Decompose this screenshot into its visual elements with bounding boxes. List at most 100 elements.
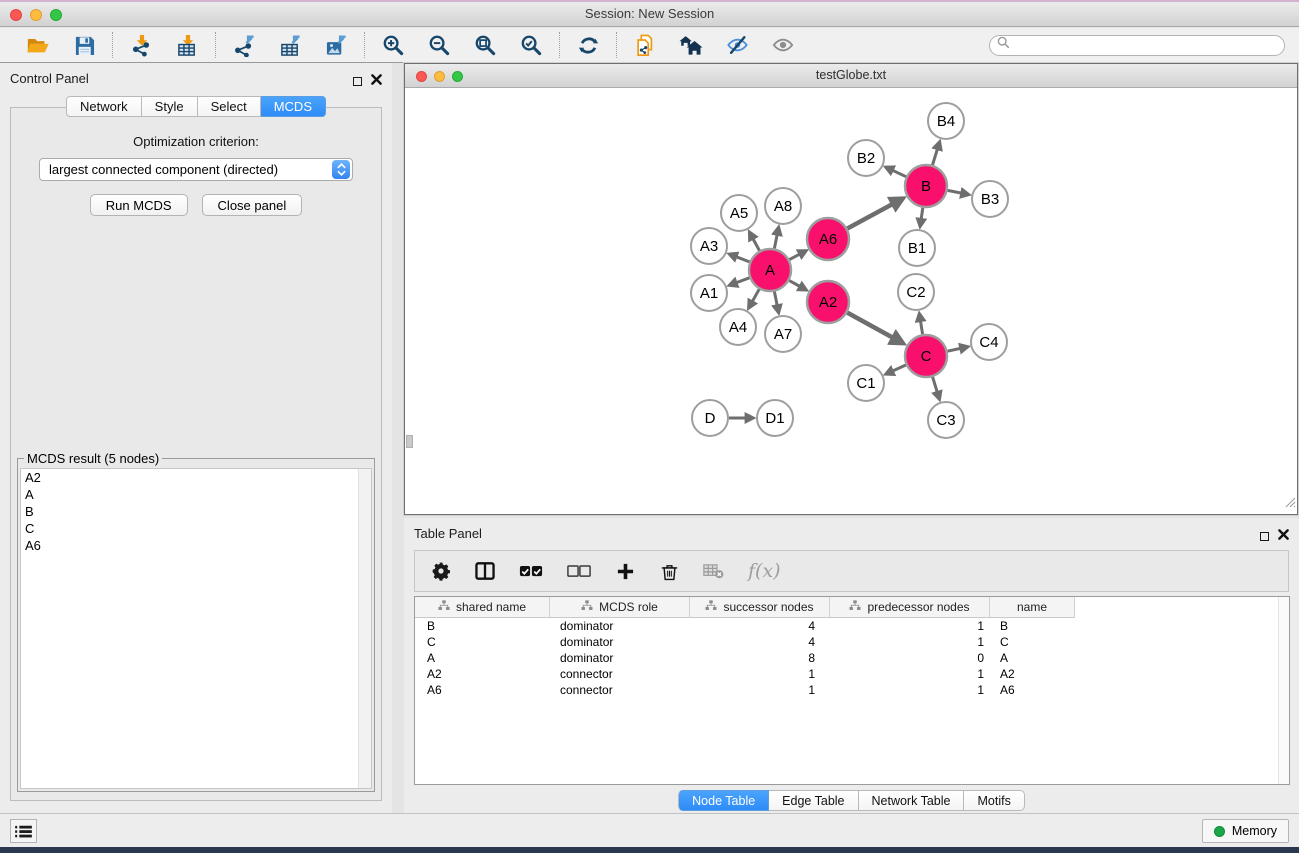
edge-B-B2[interactable]	[891, 170, 906, 177]
node-B3[interactable]: B3	[972, 181, 1008, 217]
column-header-predecessor-nodes[interactable]: predecessor nodes	[830, 597, 990, 618]
edge-A2-C[interactable]	[847, 313, 894, 339]
node-A7[interactable]: A7	[765, 316, 801, 352]
result-item[interactable]: C	[21, 520, 371, 537]
column-header-name[interactable]: name	[990, 597, 1075, 618]
copy-network-icon[interactable]	[633, 33, 657, 57]
tab-select[interactable]: Select	[198, 96, 261, 117]
delete-column-icon[interactable]	[659, 560, 679, 582]
edge-C-C2[interactable]	[920, 320, 922, 335]
edge-B-B3[interactable]	[948, 190, 963, 193]
table-row[interactable]: Adominator80A	[415, 650, 1289, 666]
edge-C-C1[interactable]	[892, 365, 906, 372]
close-panel-icon[interactable]	[371, 72, 382, 90]
float-panel-icon[interactable]	[353, 77, 362, 86]
node-B2[interactable]: B2	[848, 140, 884, 176]
refresh-icon[interactable]	[576, 33, 600, 57]
select-all-icon[interactable]	[519, 560, 543, 582]
node-A3[interactable]: A3	[691, 228, 727, 264]
node-A1[interactable]: A1	[691, 275, 727, 311]
export-network-icon[interactable]	[232, 33, 256, 57]
import-network-icon[interactable]	[129, 33, 153, 57]
node-D[interactable]: D	[692, 400, 728, 436]
show-icon[interactable]	[771, 33, 795, 57]
split-panel-icon[interactable]	[475, 560, 495, 582]
result-item[interactable]: B	[21, 503, 371, 520]
node-C[interactable]: C	[905, 335, 947, 377]
node-A5[interactable]: A5	[721, 195, 757, 231]
node-C2[interactable]: C2	[898, 274, 934, 310]
edge-A-A8[interactable]	[774, 233, 777, 248]
minimize-network-button[interactable]	[434, 71, 445, 82]
result-item[interactable]: A	[21, 486, 371, 503]
node-C1[interactable]: C1	[848, 365, 884, 401]
node-A4[interactable]: A4	[720, 309, 756, 345]
node-D1[interactable]: D1	[757, 400, 793, 436]
float-table-panel-icon[interactable]	[1260, 532, 1269, 541]
tab-edge-table[interactable]: Edge Table	[769, 790, 858, 811]
edge-A6-B[interactable]	[847, 203, 894, 228]
export-table-icon[interactable]	[278, 33, 302, 57]
search-input[interactable]	[1015, 38, 1277, 52]
result-item[interactable]: A2	[21, 469, 371, 486]
node-A8[interactable]: A8	[765, 188, 801, 224]
close-network-button[interactable]	[416, 71, 427, 82]
tab-network[interactable]: Network	[66, 96, 142, 117]
tab-network-table[interactable]: Network Table	[859, 790, 965, 811]
edge-B-B4[interactable]	[933, 148, 938, 165]
column-header-successor-nodes[interactable]: successor nodes	[690, 597, 830, 618]
table-row[interactable]: Bdominator41B	[415, 618, 1289, 634]
edge-A-A6[interactable]	[789, 254, 800, 260]
zoom-window-button[interactable]	[50, 9, 62, 21]
run-mcds-button[interactable]: Run MCDS	[90, 194, 188, 216]
mcds-result-list[interactable]: A2ABCA6	[20, 468, 372, 789]
node-A[interactable]: A	[749, 249, 791, 291]
import-table-icon[interactable]	[175, 33, 199, 57]
save-session-icon[interactable]	[72, 33, 96, 57]
network-vscroll-thumb[interactable]	[406, 435, 413, 448]
edge-A-A4[interactable]	[752, 289, 760, 302]
deselect-all-icon[interactable]	[567, 560, 591, 582]
edge-B-B1[interactable]	[921, 208, 923, 221]
open-session-icon[interactable]	[26, 33, 50, 57]
edge-A-A1[interactable]	[735, 278, 749, 283]
node-C3[interactable]: C3	[928, 402, 964, 438]
export-image-icon[interactable]	[324, 33, 348, 57]
table-row[interactable]: A6connector11A6	[415, 682, 1289, 698]
edge-A-A3[interactable]	[735, 256, 749, 262]
column-header-MCDS-role[interactable]: MCDS role	[550, 597, 690, 618]
table-scrollbar[interactable]	[1278, 597, 1289, 784]
tab-node-table[interactable]: Node Table	[678, 790, 769, 811]
node-C4[interactable]: C4	[971, 324, 1007, 360]
edge-C-C4[interactable]	[948, 348, 962, 351]
tab-motifs[interactable]: Motifs	[964, 790, 1024, 811]
table-row[interactable]: Cdominator41C	[415, 634, 1289, 650]
edge-C-C3[interactable]	[933, 377, 938, 393]
node-B1[interactable]: B1	[899, 230, 935, 266]
node-A6[interactable]: A6	[807, 218, 849, 260]
task-history-button[interactable]	[10, 819, 37, 843]
tab-style[interactable]: Style	[142, 96, 198, 117]
search-field[interactable]	[989, 35, 1285, 56]
hide-icon[interactable]	[725, 33, 749, 57]
home-icon[interactable]	[679, 33, 703, 57]
node-B[interactable]: B	[905, 165, 947, 207]
close-table-panel-icon[interactable]	[1278, 527, 1289, 545]
result-scrollbar[interactable]	[358, 469, 371, 788]
network-canvas[interactable]: B4 B2 B B3 B1 A5A8A6 A3 A A1 C2 A4A7A2 C C4 C1 C3 D D1	[405, 89, 1297, 514]
edge-A-A7[interactable]	[774, 292, 777, 307]
criterion-dropdown[interactable]: largest connected component (directed)	[39, 158, 353, 181]
minimize-window-button[interactable]	[30, 9, 42, 21]
column-header-shared-name[interactable]: shared name	[415, 597, 550, 618]
zoom-in-icon[interactable]	[381, 33, 405, 57]
table-settings-gear-icon[interactable]	[431, 560, 451, 582]
result-item[interactable]: A6	[21, 537, 371, 554]
node-B4[interactable]: B4	[928, 103, 964, 139]
close-panel-button[interactable]: Close panel	[202, 194, 303, 216]
node-A2[interactable]: A2	[807, 281, 849, 323]
zoom-network-button[interactable]	[452, 71, 463, 82]
zoom-out-icon[interactable]	[427, 33, 451, 57]
close-window-button[interactable]	[10, 9, 22, 21]
table-row[interactable]: A2connector11A2	[415, 666, 1289, 682]
memory-button[interactable]: Memory	[1202, 819, 1289, 843]
